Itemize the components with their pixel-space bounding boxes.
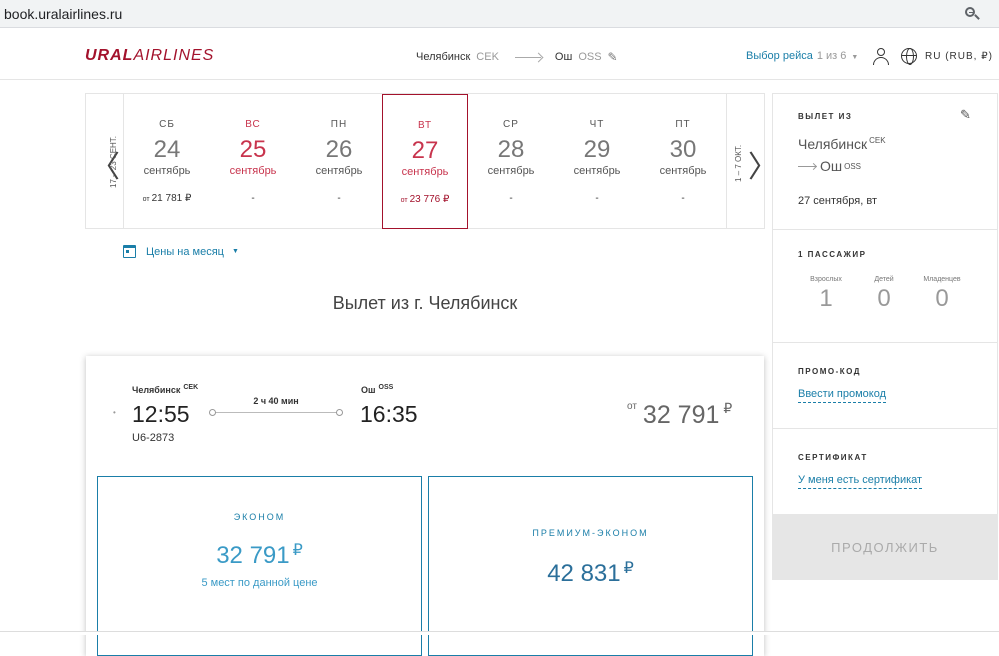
certificate-label: СЕРТИФИКАТ [798,453,868,462]
page-bottom-edge [0,631,999,635]
route-to: Ош [554,51,573,63]
arrival-time: 16:35 [360,401,418,427]
url-text[interactable]: book.uralairlines.ru [4,6,122,22]
date-option-selected[interactable]: ВТ 27 сентябрь от 23 776 ₽ [382,94,468,229]
date-option[interactable]: ПТ 30 сентябрь - [640,94,726,228]
promo-label: ПРОМО-КОД [798,367,861,376]
user-icon[interactable] [872,47,890,65]
flight-number: U6-2873 [132,432,175,444]
children-count[interactable]: Детей 0 [854,276,914,313]
globe-icon[interactable] [901,48,917,65]
departure-title: Вылет из г. Челябинск [332,293,518,313]
browser-address-bar[interactable]: book.uralairlines.ru ⋮ [0,0,999,28]
flight-duration: 2 ч 40 мин [253,396,299,406]
language-currency-select[interactable]: RU (RUB, ₽) [925,51,993,62]
flight-min-price: от 32 791 ₽ [627,400,733,429]
next-week-range: 1 – 7 ОКТ. [734,144,743,182]
month-prices-link[interactable]: Цены на месяц ▼ [123,245,239,258]
prev-week-range: 17 – 23 СЕНТ. [109,135,118,188]
pencil-icon[interactable]: ✎ [608,50,618,64]
fare-price: 32 791 ₽ [216,542,303,569]
prev-week-button[interactable]: 〈 17 – 23 СЕНТ. [86,94,124,228]
fare-price: 42 831 ₽ [547,560,634,587]
next-week-button[interactable]: 1 – 7 ОКТ. 〉 [726,94,778,228]
zoom-icon[interactable] [962,4,980,22]
date-option[interactable]: ЧТ 29 сентябрь - [554,94,640,228]
departure-section: ВЫЛЕТ ИЗ ✎ Челябинск CEK Ош OSS 27 сентябр… [773,94,997,230]
flight-route-line [209,409,343,416]
route-summary[interactable]: Челябинск CEK Ош OSS ✎ [416,50,618,64]
flight-from-city: Челябинск CEK [132,384,199,395]
ural-airlines-logo[interactable]: URALAIRLINES [85,47,214,65]
bullet-icon: • [113,408,116,417]
certificate-section: СЕРТИФИКАТ У меня есть сертификат [773,429,997,515]
pencil-icon[interactable]: ✎ [960,107,971,123]
departure-time: 12:55 [132,401,190,427]
sidebar-to-city: Ош OSS [798,158,861,174]
arrow-right-icon [514,56,541,58]
route-from-code: CEK [476,51,499,63]
sidebar-from-city: Челябинск CEK [798,136,886,152]
fare-economy[interactable]: ЭКОНОМ 32 791 ₽ 5 мест по данной цене [97,476,422,656]
fare-seats-note: 5 мест по данной цене [201,577,318,589]
booking-summary-sidebar: ВЫЛЕТ ИЗ ✎ Челябинск CEK Ош OSS 27 сентябр… [772,93,998,580]
adults-count[interactable]: Взрослых 1 [796,276,856,313]
sidebar-date: 27 сентября, вт [798,195,877,207]
more-icon[interactable]: ⋮ [993,6,999,23]
fare-title: ЭКОНОМ [233,512,286,522]
date-option[interactable]: ВС 25 сентябрь - [210,94,296,228]
date-option[interactable]: СР 28 сентябрь - [468,94,554,228]
flight-to-city: Ош OSS [361,384,394,395]
route-from: Челябинск [416,51,471,63]
site-header: URALAIRLINES Челябинск CEK Ош OSS ✎ Выбо… [0,33,999,80]
passengers-section: 1 ПАССАЖИР Взрослых 1 Детей 0 Младенцев 0 [773,230,997,343]
promo-section: ПРОМО-КОД Ввести промокод [773,343,997,429]
route-to-code: OSS [578,51,602,63]
flight-selection-step[interactable]: Выбор рейса 1 из 6 ▼ [746,50,858,62]
certificate-link[interactable]: У меня есть сертификат [798,474,923,489]
calendar-icon [123,245,136,258]
passengers-label: 1 ПАССАЖИР [798,250,867,259]
continue-button[interactable]: ПРОДОЛЖИТЬ [772,514,998,580]
caret-down-icon: ▼ [231,248,239,255]
infants-count[interactable]: Младенцев 0 [912,276,972,313]
arrow-right-icon [798,165,816,167]
date-option[interactable]: ПН 26 сентябрь - [296,94,382,228]
date-selector: 〈 17 – 23 СЕНТ. СБ 24 сентябрь от 21 781 … [85,93,778,229]
flight-card[interactable]: • Челябинск CEK Ош OSS 12:55 2 ч 40 мин 16… [86,356,764,656]
date-option[interactable]: СБ 24 сентябрь от 21 781 ₽ [124,94,210,228]
promo-code-link[interactable]: Ввести промокод [798,388,887,403]
fare-premium-economy[interactable]: ПРЕМИУМ-ЭКОНОМ 42 831 ₽ [428,476,753,656]
departure-label: ВЫЛЕТ ИЗ [798,112,853,121]
fare-title: ПРЕМИУМ-ЭКОНОМ [532,528,649,538]
